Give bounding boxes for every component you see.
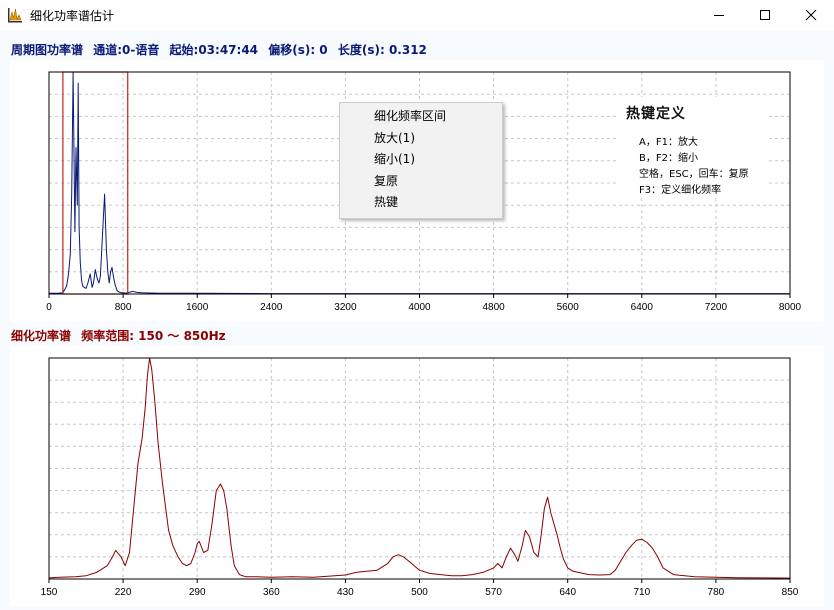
menu-item-zoom-out[interactable]: 缩小(1) [340,149,502,171]
periodogram-tick-label: 0 [46,302,52,313]
menu-item-zoom-in[interactable]: 放大(1) [340,128,502,150]
refined-spectrum-tick-label: 150 [41,587,58,598]
close-icon [805,9,817,21]
refined-spectrum-tick-label: 780 [708,587,725,598]
periodogram-tick-label: 4000 [408,302,431,313]
refined-spectrum-tick-label: 430 [337,587,354,598]
bottom-chart-label: 细化功率谱 [11,329,72,343]
periodogram-tick-label: 2400 [260,302,283,313]
refined-spectrum-tick-label: 640 [559,587,576,598]
periodogram-tick-label: 3200 [334,302,357,313]
periodogram-tick-label: 7200 [705,302,728,313]
refined-spectrum-tick-label: 570 [485,587,502,598]
app-icon [7,7,23,23]
bottom-chart-header: 细化功率谱 频率范围: 150 ～ 850Hz [11,327,232,344]
periodogram-tick-label: 5600 [557,302,580,313]
refined-spectrum-tick-label: 290 [189,587,206,598]
menu-item-reset[interactable]: 复原 [340,171,502,193]
context-menu[interactable]: 细化频率区间 放大(1) 缩小(1) 复原 热键 [339,102,503,219]
refined-spectrum-tick-label: 500 [411,587,428,598]
close-button[interactable] [788,0,834,30]
refined-spectrum-tick-label: 850 [782,587,799,598]
refined-spectrum-tick-label: 710 [633,587,650,598]
periodogram-tick-label: 4800 [482,302,505,313]
maximize-icon [760,10,770,20]
minimize-button[interactable] [696,0,742,30]
periodogram-tick-label: 6400 [631,302,654,313]
hotkey-line-reset: 空格，ESC，回车：复原 [639,169,749,180]
hotkey-line-zoom-in: A，F1：放大 [639,137,698,148]
start-time-label: 起始:03:47:44 [169,43,259,57]
refined-spectrum-chart[interactable]: 150 220 290 360 430 500 570 640 710 780 850 [10,346,824,606]
refined-spectrum-chart-panel[interactable]: 150 220 290 360 430 500 570 640 710 780 850 [10,346,824,606]
maximize-button[interactable] [742,0,788,30]
frequency-range-label: 频率范围: 150 ～ 850Hz [81,329,226,343]
periodogram-tick-label: 8000 [779,302,802,313]
channel-label: 通道:0-语音 [93,43,160,57]
hotkey-line-refine: F3：定义细化频率 [639,185,722,196]
length-label: 长度(s): 0.312 [337,43,427,57]
minimize-icon [714,15,724,16]
refined-spectrum-tick-label: 360 [263,587,280,598]
menu-item-hotkeys[interactable]: 热键 [340,192,502,214]
title-bar[interactable]: 细化功率谱估计 [0,0,834,30]
hotkey-title: 热键定义 [626,106,686,122]
periodogram-tick-label: 1600 [186,302,209,313]
top-chart-label: 周期图功率谱 [11,43,84,57]
menu-item-refine-range[interactable]: 细化频率区间 [340,106,502,128]
window-title: 细化功率谱估计 [30,9,115,23]
offset-label: 偏移(s): 0 [268,43,328,57]
refined-spectrum-tick-label: 220 [115,587,132,598]
periodogram-tick-label: 800 [115,302,132,313]
hotkey-line-zoom-out: B，F2：缩小 [639,153,698,164]
top-chart-header: 周期图功率谱 通道:0-语音 起始:03:47:44 偏移(s): 0 长度(s… [11,41,433,58]
hotkey-legend: 热键定义 A，F1：放大 B，F2：缩小 空格，ESC，回车：复原 F3：定义细… [617,97,767,197]
